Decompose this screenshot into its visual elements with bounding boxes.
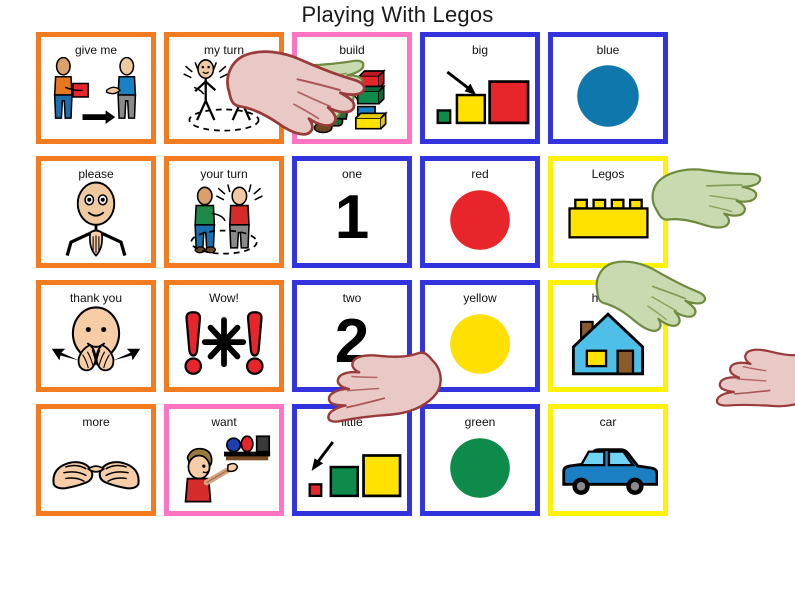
card-label: your turn	[200, 167, 248, 181]
card-inner: big	[430, 42, 530, 134]
card-little[interactable]: little	[292, 404, 412, 516]
card-inner: my turn	[174, 42, 274, 134]
lego-brick-icon	[558, 181, 658, 258]
card-inner: yellow	[430, 290, 530, 382]
card-label: more	[82, 415, 110, 429]
card-label: green	[464, 415, 496, 429]
card-label: Legos	[591, 167, 625, 181]
card-inner: little	[302, 414, 402, 506]
card-label: car	[599, 415, 617, 429]
card-inner: car	[558, 414, 658, 506]
card-your-turn[interactable]: your turn	[164, 156, 284, 268]
card-inner: house	[558, 290, 658, 382]
card-big[interactable]: big	[420, 32, 540, 144]
card-label: Wow!	[209, 291, 239, 305]
more-icon	[46, 429, 146, 506]
card-please[interactable]: please	[36, 156, 156, 268]
card-label: two	[342, 291, 362, 305]
card-label: build	[339, 43, 365, 57]
please-icon	[46, 181, 146, 258]
build-icon	[302, 57, 402, 134]
card-inner: Wow!	[174, 290, 274, 382]
card-row: thank you Wow! two 2 yellow house	[36, 280, 676, 404]
card-inner: build	[302, 42, 402, 134]
card-label: house	[591, 291, 625, 305]
want-icon	[174, 429, 274, 506]
card-inner: red	[430, 166, 530, 258]
card-inner: green	[430, 414, 530, 506]
little-icon	[302, 429, 402, 506]
card-blue[interactable]: blue	[548, 32, 668, 144]
card-row: please your turn one 1 red Legos	[36, 156, 676, 280]
card-house[interactable]: house	[548, 280, 668, 392]
card-label: thank you	[69, 291, 123, 305]
your-turn-icon	[174, 181, 274, 258]
card-inner: blue	[558, 42, 658, 134]
card-numeral: 1	[334, 182, 370, 252]
my-turn-icon	[174, 57, 274, 134]
card-inner: want	[174, 414, 274, 506]
thank-you-icon	[46, 305, 146, 382]
card-my-turn[interactable]: my turn	[164, 32, 284, 144]
communication-board: Playing With Legos give me my turn build bi…	[0, 0, 795, 615]
yellow-circle-icon	[430, 305, 530, 382]
card-numeral: 2	[334, 306, 370, 376]
card-label: my turn	[203, 43, 244, 57]
card-green[interactable]: green	[420, 404, 540, 516]
numeral-icon: 2	[302, 305, 402, 382]
numeral-icon: 1	[302, 181, 402, 258]
card-row: give me my turn build big blue	[36, 32, 676, 156]
card-inner: more	[46, 414, 146, 506]
card-red[interactable]: red	[420, 156, 540, 268]
card-legos[interactable]: Legos	[548, 156, 668, 268]
card-inner: thank you	[46, 290, 146, 382]
card-wow[interactable]: Wow!	[164, 280, 284, 392]
card-give-me[interactable]: give me	[36, 32, 156, 144]
card-inner: two 2	[302, 290, 402, 382]
pointing-hand-pink-3[interactable]	[700, 323, 795, 442]
card-yellow[interactable]: yellow	[420, 280, 540, 392]
card-label: one	[341, 167, 363, 181]
card-one[interactable]: one 1	[292, 156, 412, 268]
car-icon	[558, 429, 658, 506]
card-inner: one 1	[302, 166, 402, 258]
card-more[interactable]: more	[36, 404, 156, 516]
card-label: red	[471, 167, 489, 181]
card-row: more want little green car	[36, 404, 676, 528]
card-inner: give me	[46, 42, 146, 134]
blue-circle-icon	[558, 57, 658, 134]
card-car[interactable]: car	[548, 404, 668, 516]
card-label: yellow	[463, 291, 497, 305]
red-circle-icon	[430, 181, 530, 258]
big-icon	[430, 57, 530, 134]
house-icon	[558, 305, 658, 382]
green-circle-icon	[430, 429, 530, 506]
card-want[interactable]: want	[164, 404, 284, 516]
card-thank-you[interactable]: thank you	[36, 280, 156, 392]
wow-icon	[174, 305, 274, 382]
card-label: big	[471, 43, 488, 57]
card-inner: Legos	[558, 166, 658, 258]
card-label: give me	[74, 43, 118, 57]
card-inner: please	[46, 166, 146, 258]
card-label: please	[78, 167, 114, 181]
card-label: blue	[596, 43, 620, 57]
card-label: want	[211, 415, 237, 429]
card-grid: give me my turn build big blue please your tur…	[36, 32, 676, 528]
give-me-icon	[46, 57, 146, 134]
page-title: Playing With Legos	[301, 2, 494, 27]
card-two[interactable]: two 2	[292, 280, 412, 392]
card-inner: your turn	[174, 166, 274, 258]
card-build[interactable]: build	[292, 32, 412, 144]
card-label: little	[341, 415, 363, 429]
